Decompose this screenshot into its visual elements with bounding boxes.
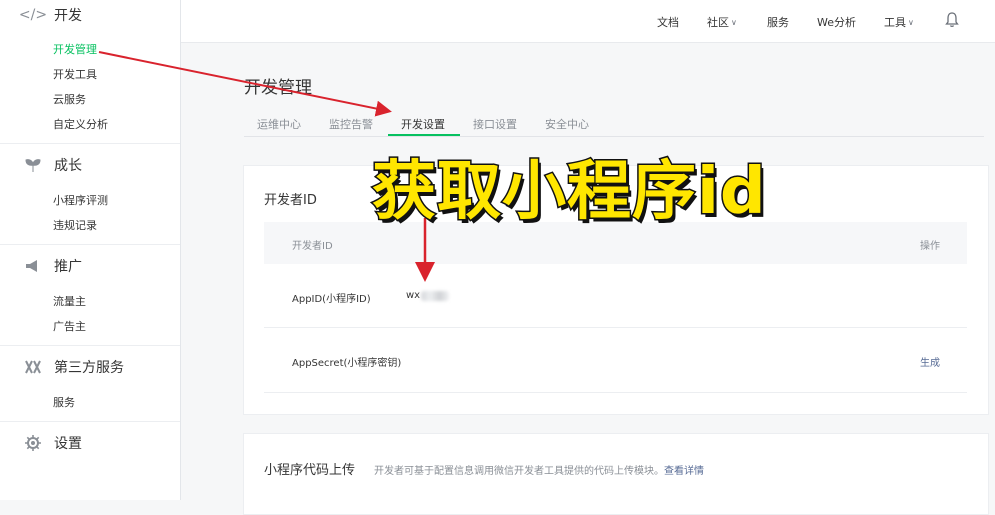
arrow-to-tab [98, 51, 392, 117]
overlay-headline: 获取小程序id [371, 154, 768, 231]
annotation-arrows [98, 51, 435, 282]
